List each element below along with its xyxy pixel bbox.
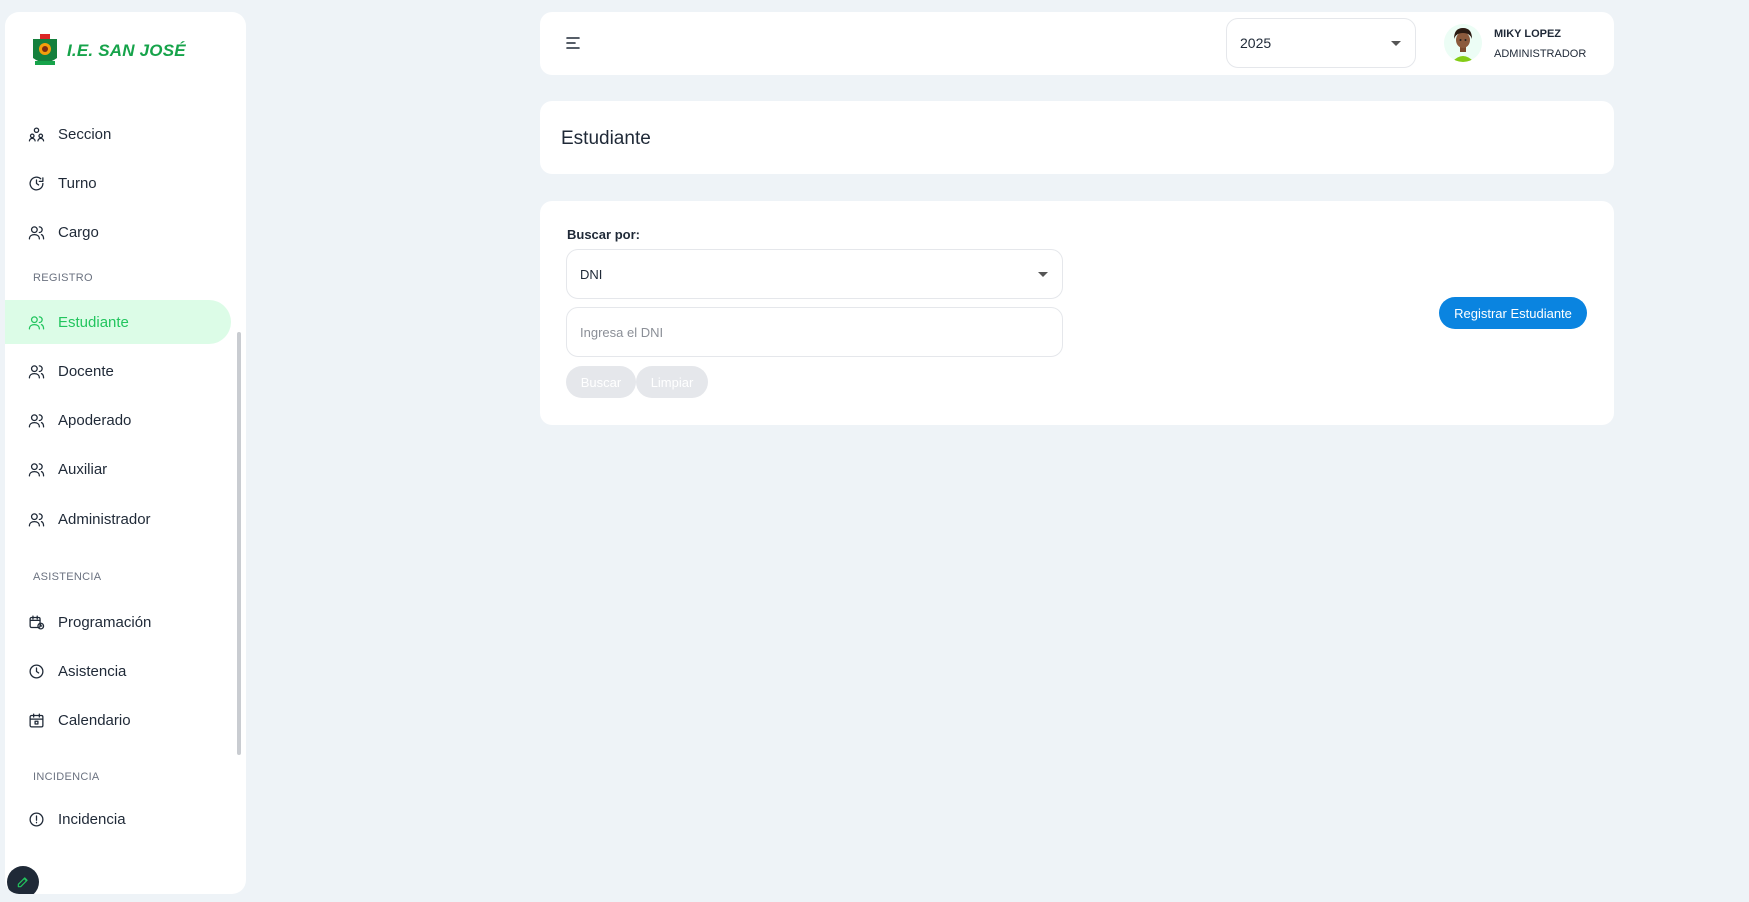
users-icon bbox=[28, 315, 45, 330]
sidebar-item-programacion[interactable]: Programación bbox=[5, 600, 231, 644]
sidebar-item-label: Programación bbox=[58, 613, 152, 631]
year-select[interactable]: 2025 bbox=[1226, 18, 1416, 68]
sidebar-item-docente[interactable]: Docente bbox=[5, 349, 231, 393]
sidebar-item-administrador[interactable]: Administrador bbox=[5, 497, 231, 541]
sidebar-item-label: Administrador bbox=[58, 510, 151, 528]
user-name: MIKY LOPEZ bbox=[1494, 28, 1562, 40]
users-icon bbox=[28, 512, 45, 527]
sidebar-item-label: Calendario bbox=[58, 711, 131, 729]
edit-button[interactable] bbox=[7, 866, 39, 894]
sidebar-item-label: Cargo bbox=[58, 223, 99, 241]
sidebar-item-auxiliar[interactable]: Auxiliar bbox=[5, 447, 231, 491]
chevron-down-icon bbox=[1038, 272, 1048, 277]
topbar: 2025 MIKY LOPEZ ADMINISTRADOR bbox=[540, 12, 1614, 75]
sidebar-item-asistencia[interactable]: Asistencia bbox=[5, 649, 231, 693]
sidebar-item-seccion[interactable]: Seccion bbox=[5, 112, 231, 156]
users-icon bbox=[28, 413, 45, 428]
buscar-button[interactable]: Buscar bbox=[566, 366, 636, 398]
sidebar-item-turno[interactable]: Turno bbox=[5, 161, 231, 205]
pencil-icon bbox=[17, 877, 28, 888]
user-avatar-icon bbox=[1444, 24, 1482, 62]
search-type-select[interactable]: DNI bbox=[566, 249, 1063, 299]
sidebar-item-label: Estudiante bbox=[58, 313, 129, 331]
sidebar: I.E. SAN JOSÉ Seccion Turno Cargo REGIST… bbox=[5, 12, 246, 894]
alert-icon bbox=[29, 812, 44, 827]
clock-refresh-icon bbox=[29, 176, 44, 191]
year-select-value: 2025 bbox=[1240, 35, 1272, 51]
sidebar-item-label: Seccion bbox=[58, 125, 112, 143]
sidebar-item-apoderado[interactable]: Apoderado bbox=[5, 398, 231, 442]
search-by-label: Buscar por: bbox=[567, 227, 640, 242]
users-group-icon bbox=[28, 126, 45, 142]
sidebar-item-label: Asistencia bbox=[58, 662, 127, 680]
school-crest-icon bbox=[33, 34, 57, 65]
sidebar-item-calendario[interactable]: Calendario bbox=[5, 698, 231, 742]
users-icon bbox=[28, 364, 45, 379]
sidebar-item-label: Incidencia bbox=[58, 811, 126, 828]
sidebar-scrollbar[interactable] bbox=[237, 332, 241, 755]
user-role: ADMINISTRADOR bbox=[1494, 48, 1587, 60]
section-title-incidencia: INCIDENCIA bbox=[33, 771, 100, 783]
sidebar-item-label: Apoderado bbox=[58, 411, 132, 429]
brand-logo[interactable]: I.E. SAN JOSÉ bbox=[31, 34, 186, 67]
chevron-down-icon bbox=[1391, 41, 1401, 46]
search-type-value: DNI bbox=[580, 266, 603, 282]
sidebar-item-label: Auxiliar bbox=[58, 460, 108, 478]
page-title-card: Estudiante bbox=[540, 101, 1614, 174]
sidebar-item-label: Docente bbox=[58, 362, 114, 380]
section-title-asistencia: ASISTENCIA bbox=[33, 571, 102, 583]
sidebar-item-incidencia[interactable]: Incidencia bbox=[5, 811, 231, 837]
brand-name: I.E. SAN JOSÉ bbox=[67, 40, 186, 60]
register-student-button[interactable]: Registrar Estudiante bbox=[1439, 297, 1587, 329]
calendar-icon bbox=[29, 712, 44, 728]
clock-icon bbox=[29, 663, 44, 679]
limpiar-button[interactable]: Limpiar bbox=[636, 366, 708, 398]
search-card: Buscar por: DNI Buscar Limpiar Registrar… bbox=[540, 201, 1614, 425]
sidebar-item-label: Turno bbox=[58, 174, 97, 192]
sidebar-item-estudiante[interactable]: Estudiante bbox=[5, 300, 231, 344]
page-title: Estudiante bbox=[561, 128, 651, 149]
users-icon bbox=[28, 462, 45, 477]
avatar[interactable] bbox=[1444, 24, 1482, 62]
users-icon bbox=[28, 225, 45, 240]
section-title-registro: REGISTRO bbox=[33, 272, 93, 284]
dni-input[interactable] bbox=[566, 307, 1063, 357]
calendar-clock-icon bbox=[29, 614, 45, 630]
sidebar-item-cargo[interactable]: Cargo bbox=[5, 210, 231, 254]
menu-toggle-icon[interactable] bbox=[566, 36, 580, 50]
